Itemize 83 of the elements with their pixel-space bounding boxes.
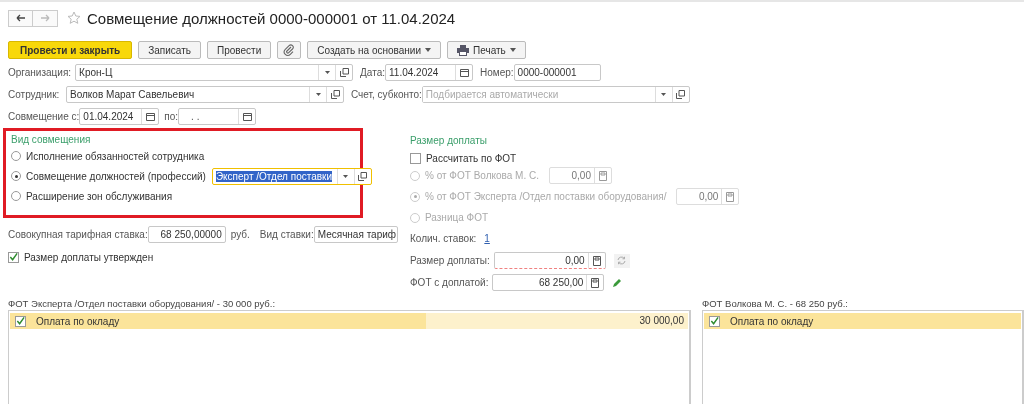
- radio-button[interactable]: [11, 171, 21, 181]
- account-field[interactable]: Подбирается автоматически: [421, 86, 690, 103]
- print-button[interactable]: Печать: [447, 41, 526, 59]
- organization-field[interactable]: Крон-Ц: [75, 64, 354, 81]
- field-label: ФОТ с доплатой:: [410, 277, 489, 288]
- field-label: Сотрудник:: [8, 89, 61, 100]
- table-cell-text: Оплата по окладу: [35, 315, 121, 327]
- star-icon[interactable]: [67, 11, 81, 25]
- field-label: Совокупная тарифная ставка:: [8, 229, 148, 240]
- employee-field[interactable]: Волков Марат Савельевич: [66, 86, 344, 103]
- surcharge-amount-field[interactable]: 0,00: [493, 252, 606, 269]
- table-cell: 30 000,00: [426, 313, 688, 329]
- calendar-icon: [145, 112, 155, 121]
- open-icon: [676, 90, 686, 99]
- calculator-icon: [592, 255, 601, 266]
- radio-label: Расширение зон обслуживания: [26, 190, 173, 202]
- refresh-button[interactable]: [613, 253, 630, 268]
- field-label: Организация:: [8, 67, 72, 78]
- rate-type-field[interactable]: Месячная тариф: [313, 226, 398, 243]
- dropdown-icon: [315, 93, 321, 96]
- open-icon: [339, 68, 349, 77]
- radio-label: % от ФОТ Эксперта /Отдел поставки оборудования/: [425, 191, 667, 202]
- back-button[interactable]: [8, 9, 33, 27]
- checkbox[interactable]: [8, 251, 19, 263]
- group-title: Размер доплаты: [410, 135, 488, 147]
- calculator-icon: [726, 191, 735, 202]
- table-cell-text: Оплата по окладу: [729, 315, 815, 327]
- radio-button[interactable]: [11, 151, 21, 161]
- create-based-on-button[interactable]: Создать на основании: [307, 41, 441, 59]
- calendar-icon: [459, 68, 469, 77]
- field-label: Дата:: [360, 67, 385, 78]
- dropdown-icon: [324, 71, 330, 74]
- dropdown-icon: [661, 93, 667, 96]
- calculator-icon: [598, 170, 607, 181]
- checkbox-label: Размер доплаты утвержден: [24, 251, 154, 263]
- field-label: Колич. ставок:: [410, 233, 477, 244]
- paperclip-icon: [283, 44, 296, 56]
- radio-label: Разница ФОТ: [425, 212, 489, 223]
- toolbar-button[interactable]: Записать: [138, 41, 201, 59]
- caret-icon: [425, 48, 431, 52]
- forward-arrow-icon: [40, 14, 50, 22]
- number-field[interactable]: 0000-000001: [513, 64, 601, 81]
- radio-label: % от ФОТ Волкова М. С.: [425, 170, 539, 181]
- caret-icon: [509, 48, 516, 52]
- open-icon: [330, 90, 340, 99]
- field-label: Совмещение с:: [8, 111, 80, 122]
- calculator-icon: [591, 277, 600, 288]
- position-field[interactable]: Эксперт /Отдел поставки: [211, 167, 372, 185]
- field-label: по:: [164, 111, 179, 122]
- window-title: Совмещение должностей 0000-000001 от 11.04.2024: [87, 9, 456, 27]
- field-label: Счет, субконто:: [351, 89, 422, 100]
- table-title: ФОТ Эксперта /Отдел поставки оборудования/ - 30 000 руб.:: [8, 298, 277, 310]
- radio-button[interactable]: [11, 191, 21, 201]
- checkbox-label: Рассчитать по ФОТ: [426, 152, 517, 164]
- checkbox[interactable]: [15, 315, 26, 327]
- table-title: ФОТ Волкова М. С. - 68 250 руб.:: [702, 298, 849, 310]
- table-row[interactable]: Оплата по окладу: [704, 313, 1021, 329]
- checkbox[interactable]: [410, 152, 421, 164]
- rate-count-link[interactable]: 1: [482, 233, 492, 244]
- refresh-icon: [617, 256, 627, 265]
- total-fot-field[interactable]: 68 250,00: [492, 274, 605, 291]
- toolbar-button[interactable]: Провести: [207, 41, 272, 59]
- field-label: Размер доплаты:: [410, 255, 490, 266]
- post-and-close-button[interactable]: Провести и закрыть: [8, 41, 133, 59]
- field-label: Номер:: [480, 67, 514, 78]
- back-arrow-icon: [15, 14, 26, 22]
- printer-icon: [457, 44, 469, 56]
- start-date-field[interactable]: 01.04.2024: [79, 108, 160, 125]
- pencil-icon[interactable]: [612, 277, 623, 288]
- radio-label: Совмещение должностей (профессий): [26, 170, 206, 182]
- calendar-icon: [242, 112, 252, 121]
- table-row[interactable]: Оплата по окладу 30 000,00: [10, 313, 688, 329]
- end-date-field[interactable]: . .: [178, 108, 257, 125]
- open-icon: [358, 171, 368, 181]
- rate-field[interactable]: 68 250,00000: [147, 226, 226, 243]
- radio-label: Исполнение обязанностей сотрудника: [26, 150, 205, 162]
- group-title: Вид совмещения: [11, 134, 92, 146]
- field-label: Вид ставки:: [259, 229, 314, 240]
- attach-button[interactable]: [277, 41, 302, 59]
- date-field[interactable]: 11.04.2024: [385, 64, 473, 81]
- dropdown-icon: [343, 174, 349, 178]
- unit-label: руб.: [230, 229, 250, 240]
- checkbox[interactable]: [709, 315, 720, 327]
